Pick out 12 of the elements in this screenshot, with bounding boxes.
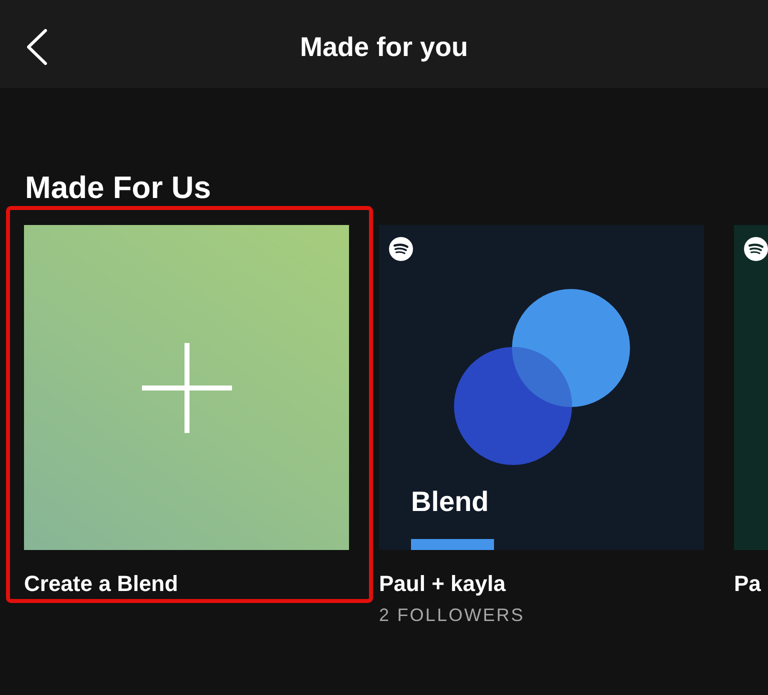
playlist-cover[interactable] <box>734 225 768 550</box>
follower-count: 2 FOLLOWERS <box>379 604 525 626</box>
page-title: Made for you <box>300 31 468 63</box>
card-title: Paul + kayla <box>379 571 506 597</box>
card-title: Pa <box>734 571 761 597</box>
create-tile[interactable] <box>24 225 349 550</box>
playlist-cover[interactable]: Blend <box>379 225 704 550</box>
chevron-left-icon[interactable] <box>27 29 47 65</box>
card-title: Create a Blend <box>24 571 178 597</box>
plus-icon <box>142 342 232 432</box>
section-heading: Made For Us <box>25 170 212 206</box>
cover-label: Blend <box>411 486 489 518</box>
